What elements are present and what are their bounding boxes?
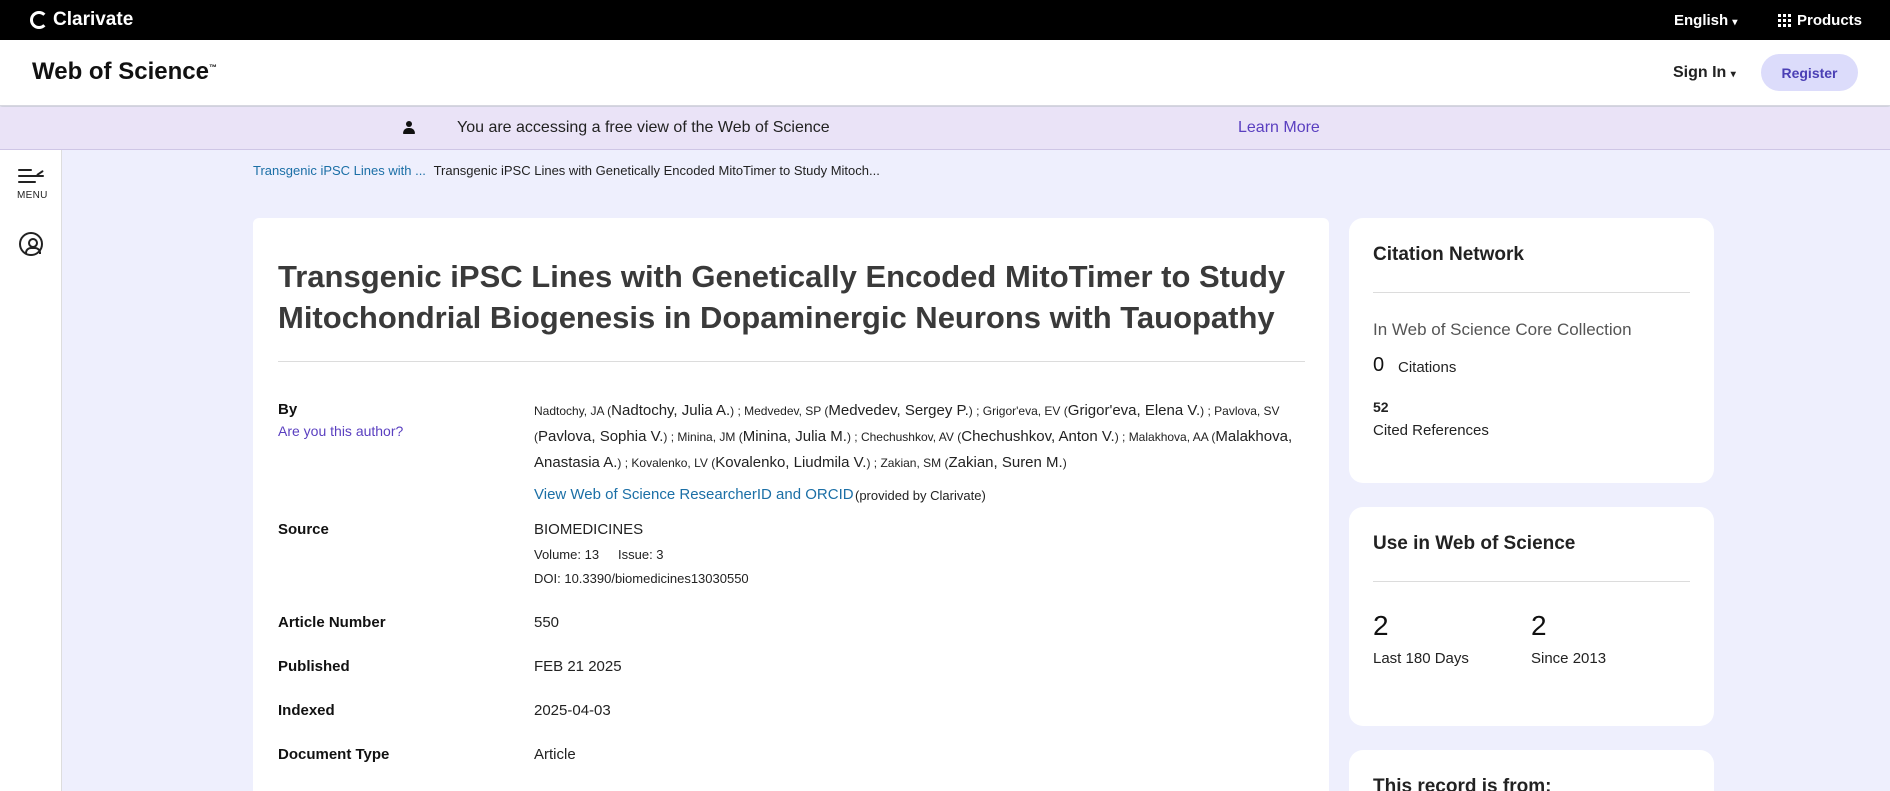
citation-network-card: Citation Network In Web of Science Core …: [1349, 218, 1714, 483]
banner-message: You are accessing a free view of the Web…: [457, 119, 830, 136]
menu-label: MENU: [17, 190, 48, 201]
source-label: Source: [278, 521, 329, 538]
article-number-label: Article Number: [278, 614, 386, 631]
doi-value: DOI: 10.3390/biomedicines13030550: [534, 571, 749, 586]
last-180-days-count: 2: [1373, 610, 1389, 641]
brand-text: Web of Science: [32, 58, 209, 85]
author-short: Zakian, SM: [880, 456, 942, 470]
author-short: Pavlova, SV: [1214, 404, 1280, 418]
author-short: Chechushkov, AV: [860, 430, 954, 444]
volume-value: Volume: 13: [534, 547, 600, 562]
cited-references-count[interactable]: 52: [1373, 399, 1389, 415]
citations-count: 0: [1373, 354, 1385, 376]
author-short: Grigor'eva, EV: [982, 404, 1061, 418]
document-type-value: Article: [534, 746, 576, 763]
document-type-label: Document Type: [278, 746, 390, 763]
user-profile-icon[interactable]: [19, 232, 43, 256]
core-collection-label: In Web of Science Core Collection: [1373, 320, 1632, 339]
record-title: Transgenic iPSC Lines with Genetically E…: [278, 259, 1286, 335]
sign-in-button[interactable]: Sign In ▾: [1673, 64, 1736, 82]
title-divider: [278, 361, 1305, 362]
author-link[interactable]: Pavlova, Sophia V.: [538, 428, 663, 445]
author-link[interactable]: Kovalenko, Liudmila V.: [715, 454, 866, 471]
author-link[interactable]: Medvedev, Sergey P.: [828, 402, 968, 419]
usage-title: Use in Web of Science: [1373, 533, 1576, 554]
citation-network-title: Citation Network: [1373, 244, 1524, 265]
web-of-science-logo[interactable]: Web of Science™: [32, 58, 217, 86]
citations-label[interactable]: Citations: [1398, 359, 1456, 376]
author-link[interactable]: Grigor'eva, Elena V.: [1068, 402, 1200, 419]
record-source-card: This record is from:: [1349, 750, 1714, 791]
products-menu[interactable]: Products: [1778, 12, 1862, 29]
sign-in-label: Sign In: [1673, 64, 1727, 81]
clarivate-logo[interactable]: Clarivate: [30, 9, 133, 31]
author-short: Nadtochy, JA: [534, 404, 604, 418]
cited-references-label[interactable]: Cited References: [1373, 422, 1489, 439]
usage-card: Use in Web of Science 2 Last 180 Days 2 …: [1349, 507, 1714, 726]
issue-value: Issue: 3: [618, 547, 664, 562]
record-source-title: This record is from:: [1373, 776, 1552, 791]
since-2013-label: Since 2013: [1531, 650, 1607, 667]
breadcrumb-parent[interactable]: Transgenic iPSC Lines with ...: [253, 163, 426, 178]
grid-icon: [1778, 14, 1791, 27]
trademark-mark: ™: [208, 63, 217, 72]
author-link[interactable]: Chechushkov, Anton V.: [961, 428, 1114, 445]
indexed-value: 2025-04-03: [534, 702, 611, 719]
author-short: Malakhova, AA: [1128, 430, 1209, 444]
breadcrumb: Transgenic iPSC Lines with ... Transgeni…: [253, 163, 880, 178]
chevron-down-icon: ▾: [1730, 69, 1736, 80]
author-link[interactable]: Nadtochy, Julia A.: [611, 402, 730, 419]
register-button[interactable]: Register: [1761, 54, 1858, 91]
learn-more-link[interactable]: Learn More: [1238, 119, 1320, 137]
since-2013-count: 2: [1531, 610, 1547, 641]
by-label: By: [278, 401, 298, 418]
author-short: Kovalenko, LV: [631, 456, 708, 470]
language-label: English: [1674, 12, 1729, 29]
top-bar: Clarivate English ▾ Products: [0, 0, 1890, 40]
menu-icon[interactable]: [18, 166, 44, 186]
clarivate-logo-icon: [30, 11, 48, 29]
free-view-banner: You are accessing a free view of the Web…: [0, 107, 1890, 150]
card-divider: [1373, 581, 1690, 582]
breadcrumb-current: Transgenic iPSC Lines with Genetically E…: [433, 163, 880, 178]
source-value: BIOMEDICINES: [534, 521, 644, 538]
left-nav: MENU: [0, 150, 62, 791]
card-divider: [1373, 292, 1690, 293]
article-number-value: 550: [534, 614, 560, 631]
clarivate-logo-text: Clarivate: [53, 9, 134, 30]
published-label: Published: [278, 658, 350, 675]
language-selector[interactable]: English ▾: [1674, 12, 1737, 29]
researcher-id-link[interactable]: View Web of Science ResearcherID and ORC…: [534, 486, 854, 503]
provided-by: (provided by Clarivate): [855, 488, 986, 503]
indexed-label: Indexed: [278, 702, 335, 719]
published-value: FEB 21 2025: [534, 658, 622, 675]
last-180-days-label: Last 180 Days: [1373, 650, 1469, 667]
author-link[interactable]: Minina, Julia M.: [743, 428, 847, 445]
products-label: Products: [1797, 12, 1863, 29]
person-icon: [402, 121, 416, 135]
record-card: Transgenic iPSC Lines with Genetically E…: [253, 218, 1329, 791]
author-link[interactable]: Zakian, Suren M.: [948, 454, 1062, 471]
are-you-author-link[interactable]: Are you this author?: [278, 423, 403, 439]
author-list: Nadtochy, JA (Nadtochy, Julia A.) ; Medv…: [534, 402, 1293, 471]
author-short: Medvedev, SP: [744, 404, 822, 418]
site-header: Web of Science™ Sign In ▾ Register: [0, 40, 1890, 106]
chevron-down-icon: ▾: [1732, 17, 1738, 28]
author-short: Minina, JM: [677, 430, 736, 444]
